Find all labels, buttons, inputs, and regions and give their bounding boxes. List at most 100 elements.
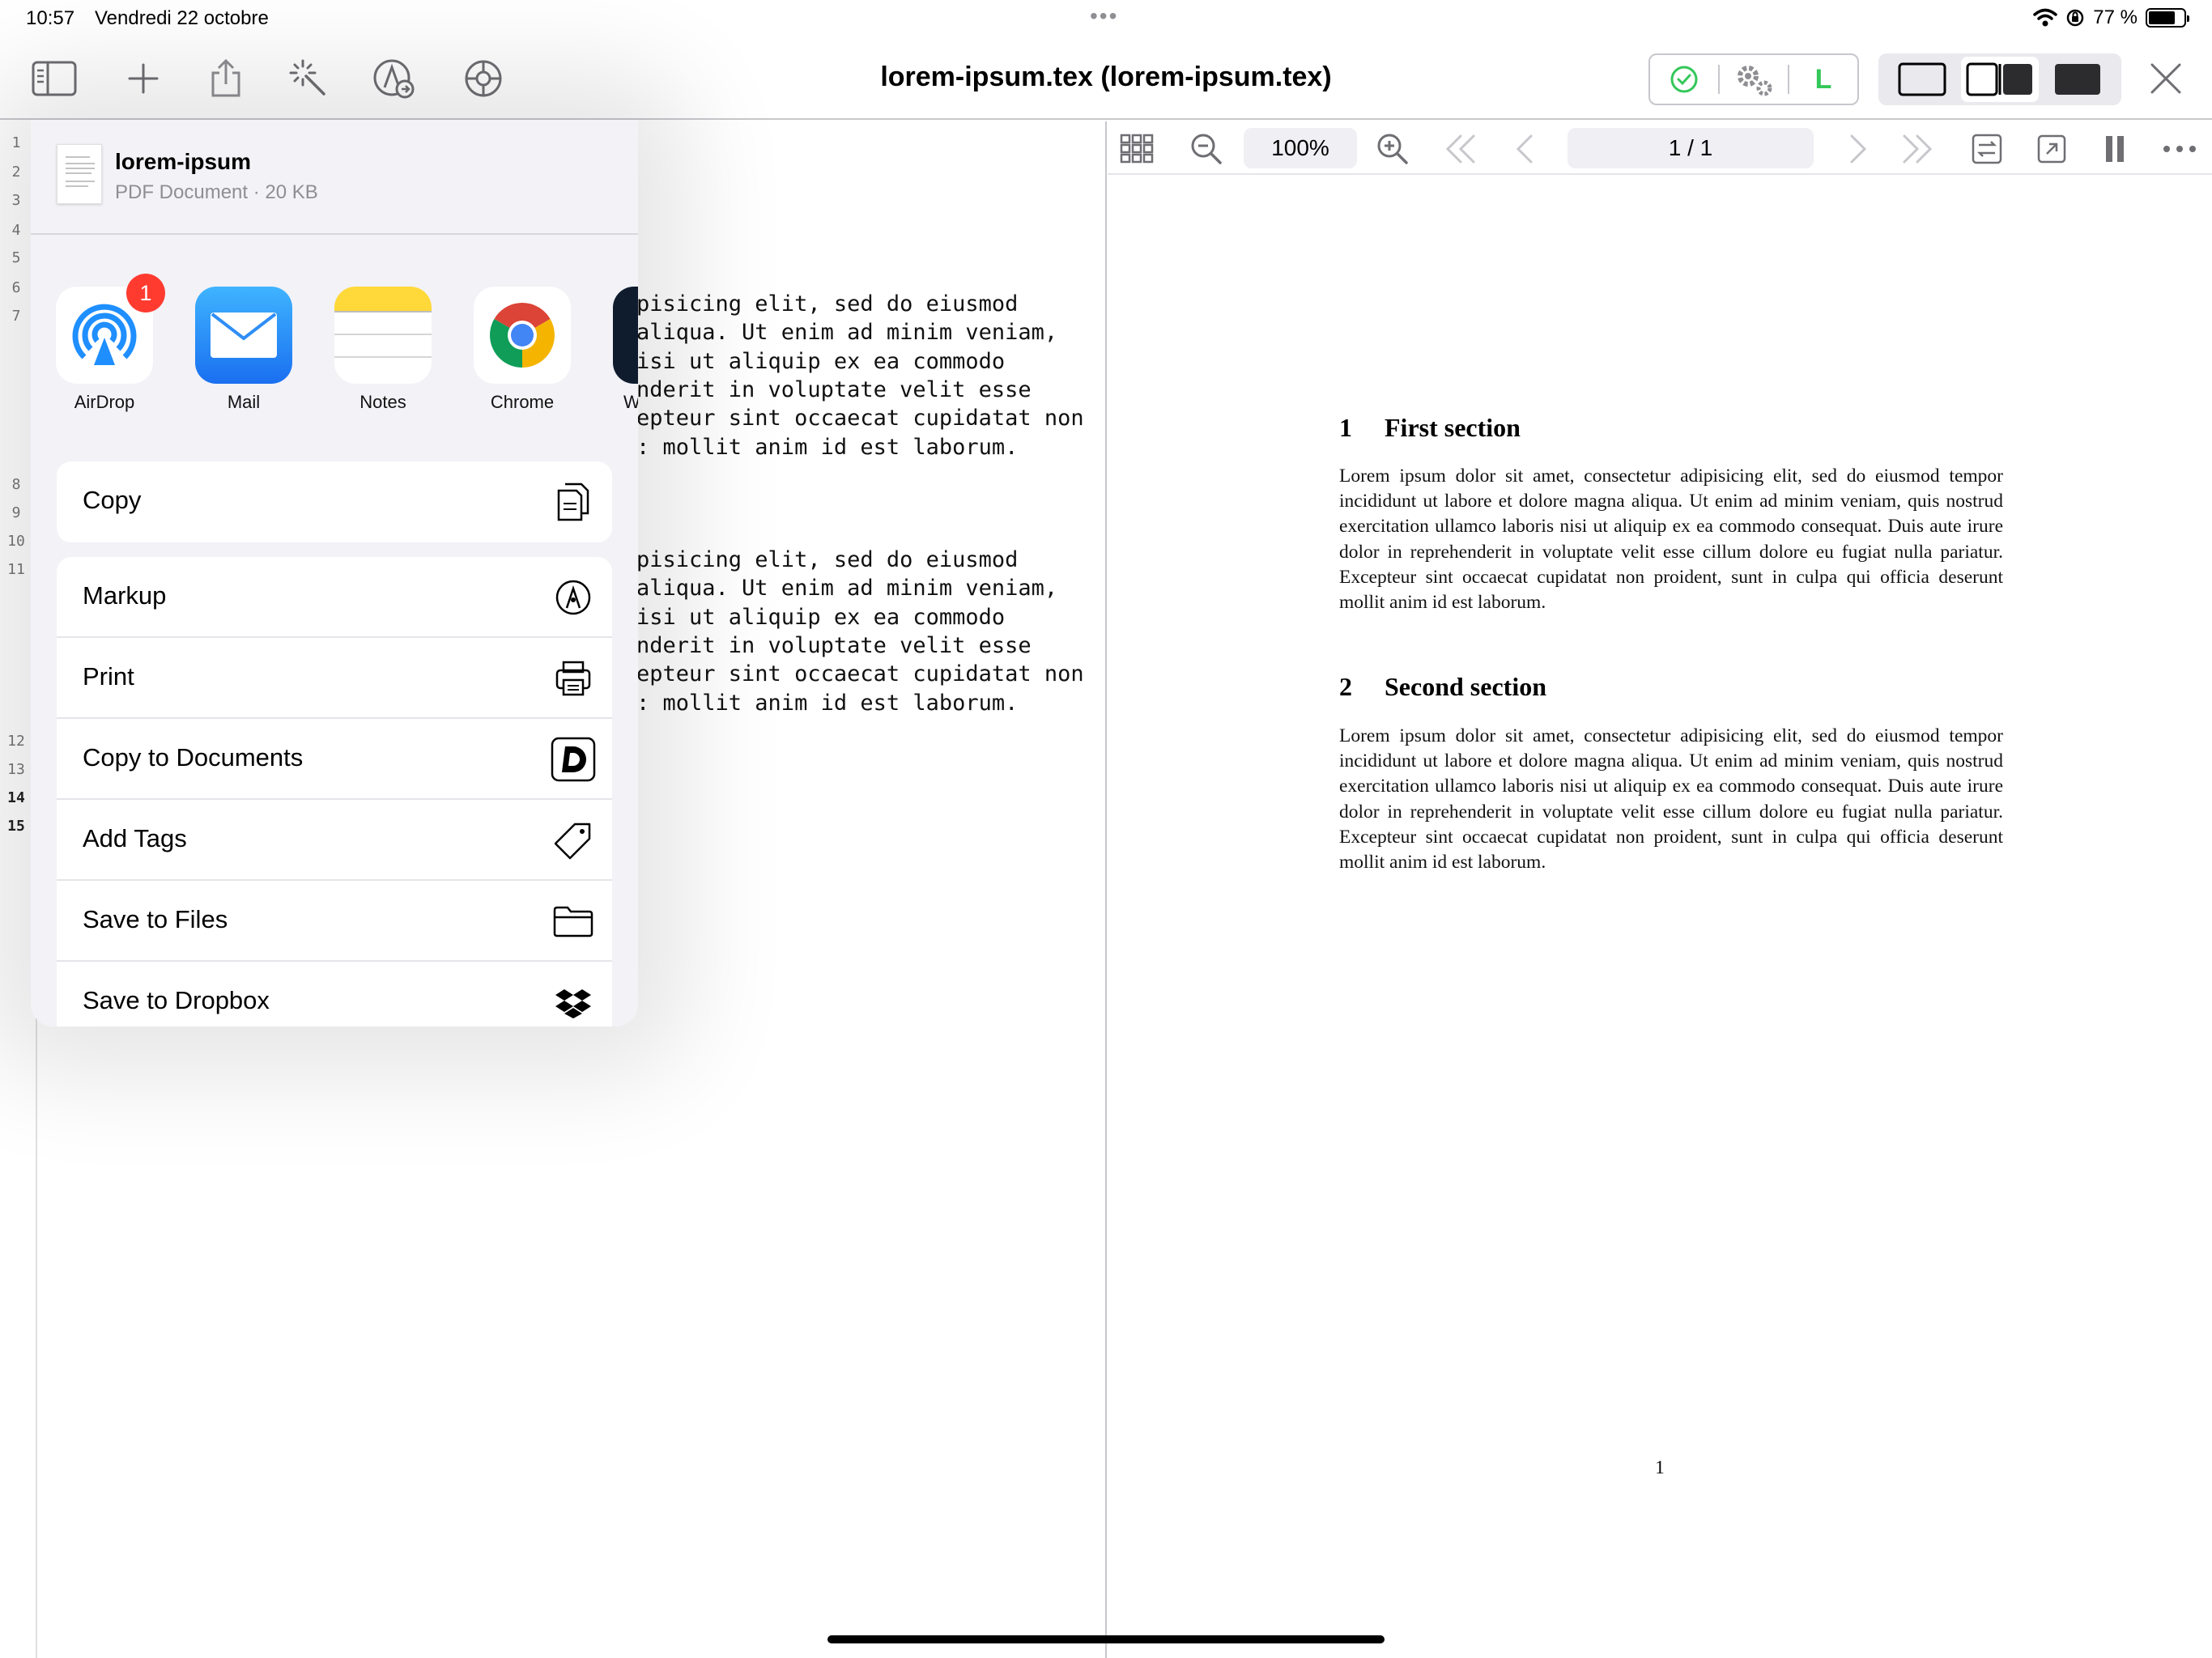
app-label: Chrome [490,392,555,412]
status-bar: 10:57 Vendredi 22 octobre ••• 77 % [0,0,2212,37]
page-indicator[interactable]: 1 / 1 [1568,128,1814,168]
section-title: Second section [1385,672,1546,701]
zoom-out-icon[interactable] [1189,131,1224,167]
code-line: : mollit anim id est laborum. [636,690,1019,716]
share-action-group: Markup Print Copy to Documents Add Tags [57,557,612,1027]
zoom-in-icon[interactable] [1375,131,1410,167]
action-add-tags[interactable]: Add Tags [57,800,612,881]
checkmark-icon[interactable] [1650,55,1718,104]
pause-icon[interactable] [2097,131,2133,167]
settings-icon[interactable] [460,55,507,102]
section-number: 1 [1339,413,1352,442]
line-number: 11 [7,560,25,578]
line-number: 15 [7,817,25,835]
first-page-icon[interactable] [1443,131,1478,167]
code-line: aliqua. Ut enim ad minim veniam, [636,576,1058,602]
line-number: 12 [7,733,25,750]
status-indicators: 77 % [2033,6,2189,29]
battery-icon [2146,8,2189,28]
layout-editor-only-button[interactable] [1883,57,1961,102]
line-number: 10 [7,533,25,551]
line-number: 5 [11,249,21,267]
action-label: Add Tags [83,824,187,852]
share-app-chrome[interactable]: Chrome [453,287,591,413]
action-copy-to-documents[interactable]: Copy to Documents [57,719,612,800]
code-line: nderit in voluptate velit esse [636,632,1032,658]
tag-icon [551,818,596,863]
section-number: 2 [1339,672,1352,701]
action-label: Markup [83,581,167,610]
next-page-icon[interactable] [1840,131,1875,167]
share-app-mail[interactable]: Mail [175,287,313,413]
split-divider[interactable] [1105,121,1107,1658]
open-external-icon[interactable] [2034,131,2069,167]
line-number: 1 [11,134,21,151]
layout-preview-only-button[interactable] [2039,57,2116,102]
print-icon [551,656,596,701]
line-number: 13 [7,760,25,778]
document-title: lorem-ipsum.tex (lorem-ipsum.tex) [880,62,1332,92]
pdf-page-number: 1 [1655,1457,1665,1477]
battery-percent: 77 % [2093,6,2138,28]
line-number: 8 [11,476,21,494]
line-number: 2 [11,164,21,181]
wifi-icon [2033,8,2058,27]
status-date: Vendredi 22 octobre [95,7,269,29]
pdf-preview[interactable]: 1 First section Lorem ipsum dolor sit ame… [1108,176,2212,1658]
share-app-partial[interactable]: Ω Worl [593,287,638,413]
app-icon: Ω [613,287,638,384]
action-markup[interactable]: Markup [57,557,612,638]
app-label: Worl [623,392,638,412]
section-paragraph: Lorem ipsum dolor sit amet, consectetur … [1339,725,2003,874]
sidebar-icon[interactable] [31,55,78,102]
markup-icon[interactable] [371,55,418,102]
mail-icon [195,287,292,384]
dropbox-icon [551,980,596,1025]
section-title: First section [1385,413,1521,442]
zoom-level[interactable]: 100% [1244,128,1357,168]
multitasking-dots-icon[interactable]: ••• [1090,5,1118,28]
share-sheet-header: lorem-ipsum PDF Document · 20 KB [31,120,638,235]
app-label: Mail [227,392,261,412]
compile-status-group: L [1648,53,1859,105]
share-app-row: AirDrop Mail Notes Chrome W [31,287,638,416]
line-number: 6 [11,278,21,296]
home-indicator[interactable] [827,1635,1385,1643]
share-icon[interactable] [202,55,249,102]
code-line: : mollit anim id est laborum. [636,434,1019,460]
line-number: 4 [11,221,21,239]
more-icon[interactable] [2162,131,2197,167]
code-line: nderit in voluptate velit esse [636,376,1032,402]
share-action-group: Copy [57,461,612,542]
last-page-icon[interactable] [1899,131,1935,167]
document-thumbnail [57,144,102,204]
thumbnails-grid-icon[interactable] [1119,131,1155,167]
latex-engine-label[interactable]: L [1789,55,1857,104]
magic-wand-icon[interactable] [285,55,332,102]
action-copy[interactable]: Copy [57,461,612,542]
line-number: 7 [11,307,21,325]
notes-icon [334,287,432,384]
plus-icon[interactable] [120,55,167,102]
action-print[interactable]: Print [57,638,612,719]
app-label: AirDrop [74,392,135,412]
status-time: 10:57 [26,7,75,29]
action-label: Print [83,662,134,691]
document-name: lorem-ipsum [115,149,252,174]
action-save-to-dropbox[interactable]: Save to Dropbox [57,962,612,1027]
documents-icon [551,737,596,782]
gears-icon[interactable] [1720,55,1788,104]
share-app-notes[interactable]: Notes [314,287,452,413]
close-icon[interactable] [2146,58,2186,99]
action-save-to-files[interactable]: Save to Files [57,881,612,962]
action-label: Save to Dropbox [83,986,270,1014]
layout-split-button[interactable] [1961,57,2039,102]
folder-icon [551,899,596,944]
chrome-icon [474,287,571,384]
layout-switcher [1878,53,2121,105]
share-sheet: lorem-ipsum PDF Document · 20 KB AirDrop [31,120,638,1027]
sync-position-icon[interactable] [1969,131,2005,167]
code-line: aliqua. Ut enim ad minim veniam, [636,320,1058,346]
previous-page-icon[interactable] [1508,131,1543,167]
code-line: epteur sint occaecat cupidatat non [636,406,1084,432]
